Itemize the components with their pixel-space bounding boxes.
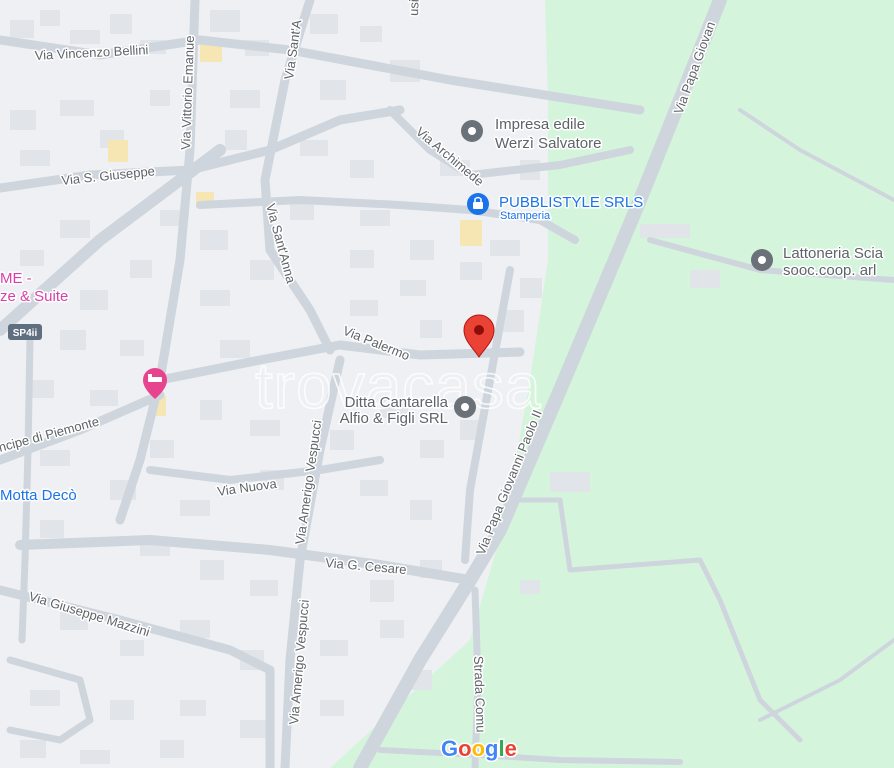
sp4ii-shield: SP4ii [8, 324, 42, 340]
poi-ditta-cantarella-line1: Ditta Cantarella [345, 394, 449, 411]
place-marker-icon [454, 396, 476, 418]
sp4ii-shield-label: SP4ii [13, 328, 38, 339]
map-view[interactable]: SP4ii Via Vincenzo Bellini Via Vittorio … [0, 0, 894, 768]
place-marker-icon [461, 120, 483, 142]
map-canvas[interactable]: SP4ii Via Vincenzo Bellini Via Vittorio … [0, 0, 894, 768]
poi-motta-deco[interactable]: Motta Decò [0, 486, 78, 506]
poi-hotel-line2: ze & Suite [0, 288, 68, 305]
shopping-bag-icon [467, 193, 489, 215]
poi-lattoneria-line1: Lattoneria Scia [783, 245, 884, 262]
poi-hotel-line1: ME - [0, 270, 32, 287]
poi-pubblistyle-name: PUBBLISTYLE SRLS [499, 194, 643, 211]
place-marker-icon [751, 249, 773, 271]
google-logo: Google [441, 736, 517, 761]
poi-pubblistyle-sub: Stamperia [500, 210, 551, 222]
poi-ditta-cantarella-line2: Alfio & Figli SRL [340, 410, 448, 427]
poi-impresa-edile-line2: Werzì Salvatore [495, 135, 601, 152]
road-label-top-fragment: usi [406, 0, 422, 16]
poi-lattoneria-line2: sooc.coop. arl [783, 262, 876, 279]
road-label-strada-comunale: Strada Comu [471, 656, 489, 733]
poi-impresa-edile-line1: Impresa edile [495, 116, 585, 133]
